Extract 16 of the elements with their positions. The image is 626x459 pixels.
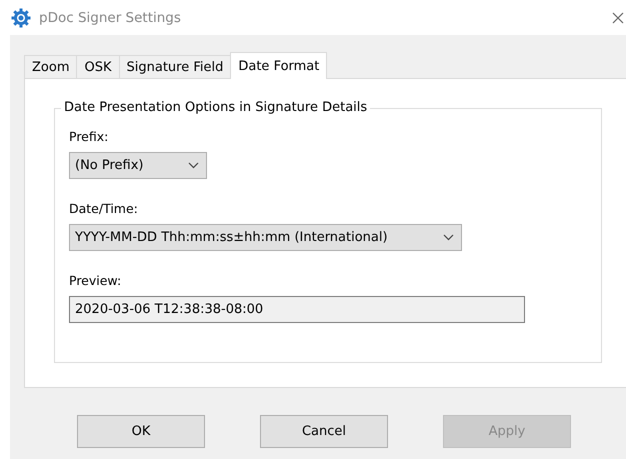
chevron-icon: [188, 162, 199, 169]
dialog-button[interactable]: Cancel: [260, 415, 388, 448]
dropdown[interactable]: YYYY-MM-DD Thh:mm:ss±hh:mm (International): [69, 224, 462, 251]
gear-icon: [11, 8, 31, 28]
group-title: Date Presentation Options in Signature Details: [61, 100, 370, 115]
chevron-icon: [443, 234, 454, 241]
window-title: pDoc Signer Settings: [39, 10, 182, 26]
dialog-button[interactable]: OK: [77, 415, 205, 448]
field-label: Preview:: [69, 273, 122, 288]
close-icon[interactable]: [612, 12, 624, 24]
tab[interactable]: Date Format: [230, 52, 328, 79]
preview-field[interactable]: 2020-03-06 T12:38:38-08:00: [69, 296, 525, 323]
field-label: Date/Time:: [69, 201, 138, 216]
dropdown[interactable]: (No Prefix): [69, 152, 207, 179]
tab[interactable]: Zoom: [24, 55, 78, 78]
field-label: Prefix:: [69, 129, 108, 144]
